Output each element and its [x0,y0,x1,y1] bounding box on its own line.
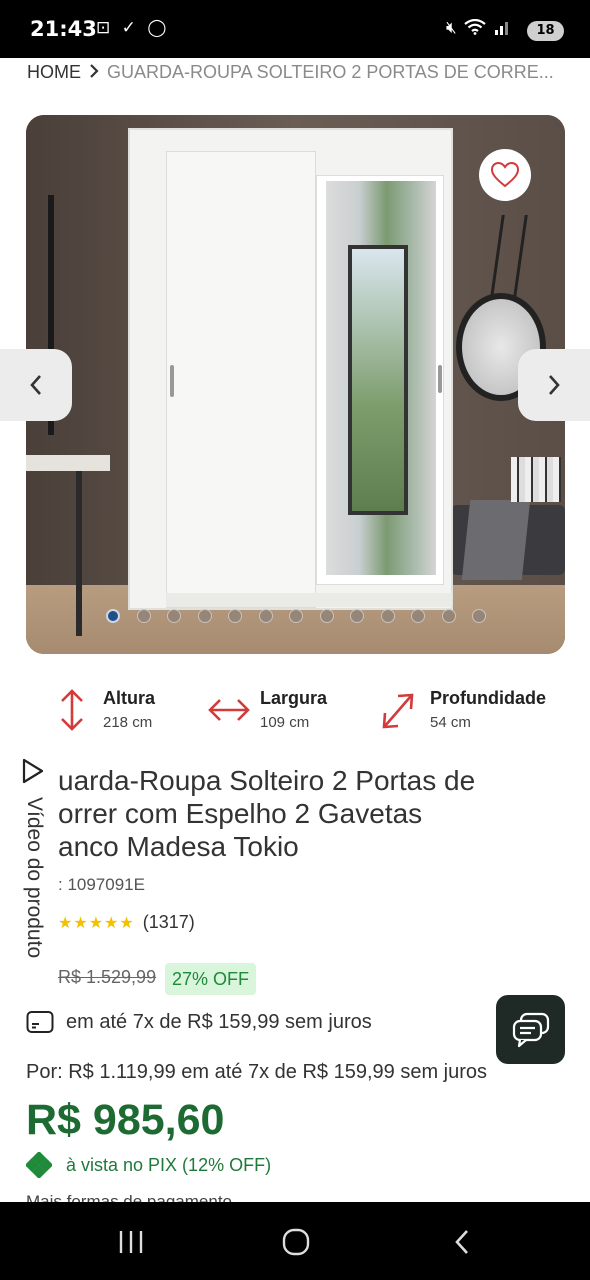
chevron-right-icon [549,375,560,395]
pix-label: à vista no PIX (12% OFF) [66,1154,272,1175]
product-video-label-wrap: Vídeo do produto [16,797,48,1017]
gallery-image-books [511,457,561,502]
gallery-image-left-handle [170,365,174,397]
gallery-dot[interactable] [197,609,212,623]
dimension-depth-value: 54 cm [430,714,471,731]
rating-stars-icon: ★★★★★ [58,913,135,932]
product-video-label: Vídeo do produto [23,797,46,959]
wifi-icon [464,18,486,35]
dimension-height-label: Altura [103,688,156,708]
dimension-depth: Profundidade 54 cm [380,686,570,736]
chevron-right-icon [89,62,99,83]
gallery-image-blanket [461,500,531,580]
gallery-dot[interactable] [350,609,364,623]
play-icon [22,758,44,784]
product-title: uarda-Roupa Solteiro 2 Portas de orrer c… [58,764,558,868]
chat-button[interactable] [496,995,565,1064]
gallery-dot[interactable] [167,609,181,623]
price-line: Por: R$ 1.119,99 em até 7x de R$ 159,99 … [26,1061,488,1083]
gallery-dot[interactable] [258,609,273,623]
gallery-image-left-door [166,151,316,608]
chevron-left-icon [30,375,41,395]
installment-text: em até 7x de R$ 159,99 sem juros [66,1010,372,1033]
depth-arrows-icon [382,693,414,729]
credit-card-icon [26,1011,54,1033]
dimension-width-value: 109 cm [260,714,310,731]
chat-bubbles-icon [512,1012,549,1047]
product-title-line: orrer com Espelho 2 Gavetas [58,798,423,829]
dimension-height-value: 218 cm [103,714,153,731]
dimension-depth-label: Profundidade [430,688,546,708]
gallery-dot[interactable] [441,609,456,623]
status-bar: 21:43 ⊡ ✓ ◯ 🔇︎ 18 [0,0,590,58]
product-title-line: anco Madesa Tokio [58,831,299,862]
gallery-image-right-handle [438,365,442,393]
back-icon [455,1230,468,1254]
breadcrumb: HOME GUARDA-ROUPA SOLTEIRO 2 PORTAS DE CO… [27,62,572,84]
gallery-dot[interactable] [289,609,303,623]
status-notification-icons: ⊡ ✓ ◯ [96,18,169,38]
home-button[interactable] [276,1224,316,1260]
dimension-width-label: Largura [260,688,328,708]
product-title-line: uarda-Roupa Solteiro 2 Portas de [58,765,476,796]
signal-icon [494,22,508,35]
gallery-dot[interactable] [136,609,151,623]
screenshot-icon: ⊡ [96,18,114,38]
gallery-next-button[interactable] [518,349,590,421]
pix-icon [26,1152,52,1178]
product-video-tab[interactable]: Vídeo do produto [0,755,56,1005]
more-payment-options-link[interactable]: Mais formas de pagamento [26,1192,232,1202]
gallery-pagination-dots [106,609,486,625]
gallery-dot[interactable] [319,609,334,623]
recent-apps-icon [119,1231,143,1253]
gallery-dot[interactable] [380,609,395,623]
installment-info: em até 7x de R$ 159,99 sem juros [26,1010,372,1034]
gallery-dot[interactable] [472,609,486,623]
product-image-gallery[interactable] [26,115,565,654]
gallery-image-base [166,593,452,607]
status-system-icons: 🔇︎ [446,18,512,38]
gallery-image-reflected-window [348,245,408,515]
product-sku: : 1097091E [58,875,145,894]
gallery-image-table [26,455,110,471]
whatsapp-icon: ◯ [147,18,170,38]
gallery-dot[interactable] [411,609,425,623]
gallery-dot-active[interactable] [106,609,120,623]
width-arrows-icon [208,699,250,721]
gallery-dot[interactable] [228,609,242,623]
discount-badge: 27% OFF [165,963,257,995]
dimension-height: Altura 218 cm [55,686,195,736]
breadcrumb-current[interactable]: GUARDA-ROUPA SOLTEIRO 2 PORTAS DE CORRE.… [107,62,554,82]
old-price: R$ 1.529,99 [58,967,157,987]
back-button[interactable] [442,1224,482,1260]
heart-icon [491,162,519,188]
recent-apps-button[interactable] [111,1224,151,1260]
pix-info: à vista no PIX (12% OFF) [26,1152,271,1178]
battery-indicator: 18 [527,21,564,41]
gallery-prev-button[interactable] [0,349,72,421]
rating-count: (1317) [142,912,195,932]
mute-icon: 🔇︎ [446,18,457,38]
breadcrumb-home-link[interactable]: HOME [27,62,81,82]
pix-price: R$ 985,60 [26,1096,225,1144]
gallery-image-table-leg [76,471,82,636]
home-icon [282,1228,310,1256]
height-arrows-icon [61,689,83,731]
download-check-icon: ✓ [121,18,139,38]
product-rating[interactable]: ★★★★★ (1317) [58,912,195,933]
favorite-button[interactable] [479,149,531,201]
dimension-width: Largura 109 cm [208,686,358,736]
system-navigation-bar [0,1202,590,1280]
status-time: 21:43 [30,17,97,41]
